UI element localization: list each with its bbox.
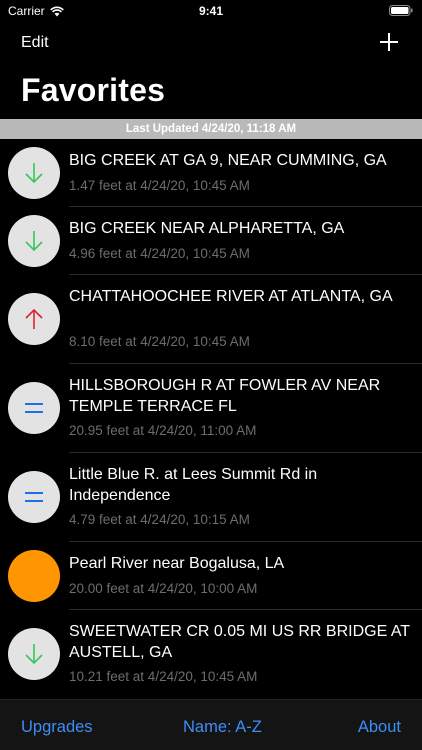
gauge-title: CHATTAHOOCHEE RIVER AT ATLANTA, GA — [69, 288, 393, 305]
upgrades-button[interactable]: Upgrades — [21, 718, 93, 737]
gauge-reading: 4.96 feet at 4/24/20, 10:45 AM — [69, 246, 250, 261]
sort-button[interactable]: Name: A-Z — [183, 718, 262, 737]
trend-badge — [8, 471, 60, 523]
arrow-down-icon — [25, 231, 43, 252]
about-button[interactable]: About — [358, 718, 401, 737]
list-item[interactable]: HILLSBOROUGH R AT FOWLER AV NEAR TEMPLE … — [0, 364, 422, 453]
plus-icon[interactable] — [378, 31, 400, 53]
favorites-screen: Carrier 9:41 Edit Favorites Last Updated… — [0, 0, 422, 750]
list-item[interactable]: SWEETWATER CR 0.05 MI US RR BRIDGE AT AU… — [0, 610, 422, 699]
trend-badge — [8, 382, 60, 434]
edit-button[interactable]: Edit — [21, 34, 49, 52]
gauge-title: Little Blue R. at Lees Summit Rd in Inde… — [69, 466, 318, 504]
last-updated-banner: Last Updated 4/24/20, 11:18 AM — [0, 119, 422, 139]
list-item[interactable]: Little Blue R. at Lees Summit Rd in Inde… — [0, 453, 422, 542]
bottom-toolbar: Upgrades Name: A-Z About — [0, 699, 422, 750]
gauge-title: BIG CREEK NEAR ALPHARETTA, GA — [69, 220, 345, 237]
arrow-down-icon — [25, 644, 43, 665]
list-item[interactable]: BIG CREEK AT GA 9, NEAR CUMMING, GA 1.47… — [0, 139, 422, 207]
status-time: 9:41 — [198, 4, 224, 18]
gauge-reading: 20.00 feet at 4/24/20, 10:00 AM — [69, 581, 258, 596]
trend-badge — [8, 147, 60, 199]
flood-status-icon — [8, 550, 60, 602]
arrow-down-icon — [25, 163, 43, 184]
gauge-reading: 4.79 feet at 4/24/20, 10:15 AM — [69, 512, 250, 527]
gauge-reading: 8.10 feet at 4/24/20, 10:45 AM — [69, 334, 250, 349]
list-item[interactable]: BIG CREEK NEAR ALPHARETTA, GA 4.96 feet … — [0, 207, 422, 275]
gauge-reading: 1.47 feet at 4/24/20, 10:45 AM — [69, 178, 250, 193]
trend-badge — [8, 628, 60, 680]
gauge-title: Pearl River near Bogalusa, LA — [69, 555, 285, 572]
gauge-title: HILLSBOROUGH R AT FOWLER AV NEAR TEMPLE … — [69, 377, 381, 415]
equals-icon — [25, 403, 43, 413]
gauge-reading: 20.95 feet at 4/24/20, 11:00 AM — [69, 423, 257, 438]
gauge-reading: 10.21 feet at 4/24/20, 10:45 AM — [69, 669, 258, 684]
status-bar: Carrier 9:41 — [0, 0, 422, 24]
gauge-title: BIG CREEK AT GA 9, NEAR CUMMING, GA — [69, 152, 387, 169]
equals-icon — [25, 492, 43, 502]
favorites-list: BIG CREEK AT GA 9, NEAR CUMMING, GA 1.47… — [0, 139, 422, 699]
trend-badge — [8, 215, 60, 267]
list-item[interactable]: Pearl River near Bogalusa, LA 20.00 feet… — [0, 542, 422, 610]
battery-icon — [389, 5, 413, 16]
arrow-up-icon — [25, 308, 43, 329]
list-item[interactable]: CHATTAHOOCHEE RIVER AT ATLANTA, GA 8.10 … — [0, 275, 422, 364]
gauge-title: SWEETWATER CR 0.05 MI US RR BRIDGE AT AU… — [69, 623, 410, 661]
page-title: Favorites — [21, 72, 166, 108]
trend-badge — [8, 293, 60, 345]
